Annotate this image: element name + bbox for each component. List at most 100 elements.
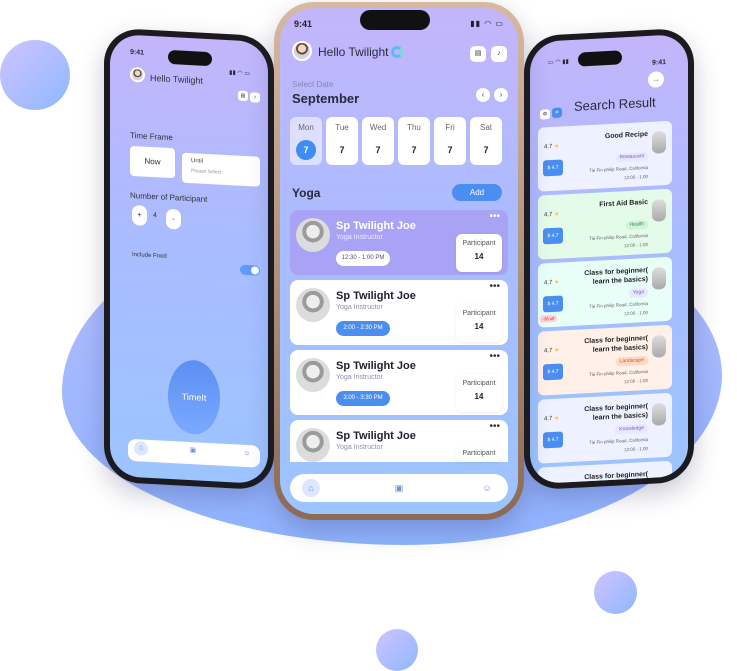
rating-value: 4.7	[544, 143, 553, 151]
day-name: Tue	[335, 123, 349, 132]
result-card[interactable]: Class for beginner( learn the basics) Yo…	[538, 256, 672, 328]
rating-value: 4.7	[544, 415, 553, 423]
status-icons: ▭ ◠ ▮▮	[548, 59, 569, 67]
instructor-name: Sp Twilight Joe	[336, 360, 416, 372]
day-number: 7	[483, 145, 489, 155]
gift-icon[interactable]: ▣	[390, 479, 408, 497]
day-name: Fri	[445, 123, 455, 132]
day-name: Thu	[407, 123, 421, 132]
left-screen: 9:41 ▮▮ ◠ ▭ Hello Twilight ▤ ♪ Time Fram…	[110, 33, 268, 485]
result-address: Tie Fin philip Road, California	[589, 164, 648, 174]
day-sat[interactable]: Sat 7	[470, 117, 502, 165]
increment-button[interactable]: +	[132, 205, 147, 226]
class-card[interactable]: Sp Twilight Joe Yoga Instructor 12:30 - …	[290, 210, 508, 275]
instructor-photo	[296, 428, 330, 462]
rating-value: 4.7	[544, 279, 553, 287]
day-thu[interactable]: Thu 7	[398, 117, 430, 165]
arrow-right-icon[interactable]: →	[648, 71, 664, 88]
bell-icon[interactable]: ♪	[250, 92, 260, 103]
time-slot[interactable]: 12:30 - 1:00 PM	[336, 251, 390, 266]
result-card[interactable]: First Aid Basic Health Tie Fin philip Ro…	[538, 188, 672, 260]
until-label: Until	[191, 158, 204, 165]
greeting: Hello Twilight	[150, 72, 203, 86]
more-icon[interactable]: •••	[489, 351, 500, 362]
participant-box: Participant 14	[456, 234, 502, 272]
category-tag: Knowledge	[615, 423, 648, 435]
message-icon[interactable]: ▤	[238, 90, 248, 102]
avatar[interactable]	[130, 66, 145, 83]
day-name: Wed	[369, 123, 387, 132]
chevron-left-icon[interactable]: ‹	[476, 88, 490, 102]
home-icon[interactable]: ⌂	[134, 441, 148, 456]
message-icon[interactable]: ▤	[470, 46, 486, 62]
more-icon[interactable]: •••	[489, 211, 500, 222]
user-icon[interactable]: ☺	[478, 479, 496, 497]
participant-box: Participant	[456, 444, 502, 462]
instructor-role: Yoga Instructor	[336, 444, 383, 451]
category-tag: Restaurant	[615, 151, 648, 163]
day-name: Mon	[298, 123, 314, 132]
timeit-button[interactable]: TimeIt	[168, 358, 220, 436]
bell-icon[interactable]: ♪	[491, 46, 507, 62]
result-address: Tie Fin philip Road, California	[589, 436, 648, 446]
rating-value: 4.7	[544, 347, 553, 355]
decor-bubble	[594, 571, 637, 614]
class-card[interactable]: Sp Twilight Joe Yoga Instructor 2:00 - 2…	[290, 280, 508, 345]
result-title: Class for beginner(	[584, 470, 648, 482]
now-button[interactable]: Now	[130, 145, 175, 179]
result-hours: 12:00 - 1:00	[623, 309, 648, 317]
day-number: 7	[375, 145, 381, 155]
price-badge: $ 4.7	[543, 227, 563, 245]
result-title: Class for beginner( learn the basics)	[584, 266, 648, 286]
discount-badge: -$5 off	[540, 314, 558, 323]
user-icon[interactable]: ☺	[240, 447, 254, 462]
decrement-button[interactable]: -	[166, 208, 181, 230]
price-badge: $ 4.7	[543, 431, 563, 449]
right-screen: ▭ ◠ ▮▮ 9:41 → Search Result ⚙ ≡ Good Rec…	[530, 33, 688, 485]
home-icon[interactable]: ⌂	[302, 479, 320, 497]
time-slot[interactable]: 3:00 - 3:30 PM	[336, 391, 390, 406]
gift-icon[interactable]: ▣	[186, 444, 200, 459]
bottom-nav: ⌂ ▣ ☺	[128, 438, 260, 468]
center-screen: 9:41 ▮▮ ◠ ▭ Hello Twilight ▤ ♪ Select Da…	[280, 8, 518, 514]
result-card[interactable]: Good Recipe Restaurant Tie Fin philip Ro…	[538, 120, 672, 192]
result-title: Class for beginner( learn the basics)	[584, 402, 648, 422]
more-icon[interactable]: •••	[489, 281, 500, 292]
result-card[interactable]: Class for beginner( learn the basics) Kn…	[538, 392, 672, 464]
list-view-icon[interactable]: ≡	[552, 107, 562, 118]
class-card[interactable]: Sp Twilight Joe Yoga Instructor 3:00 - 3…	[290, 350, 508, 415]
class-list: Sp Twilight Joe Yoga Instructor 12:30 - …	[290, 210, 508, 467]
phone-notch	[360, 10, 430, 30]
result-image	[652, 403, 666, 426]
result-image	[652, 199, 666, 222]
participant-box: Participant 14	[456, 374, 502, 412]
chevron-right-icon[interactable]: ›	[494, 88, 508, 102]
day-tue[interactable]: Tue 7	[326, 117, 358, 165]
result-hours: 12:00 - 1:00	[623, 173, 648, 181]
participant-count: 4	[153, 212, 157, 220]
include-food-toggle[interactable]	[240, 264, 260, 276]
result-card[interactable]: Class for beginner(	[538, 460, 672, 485]
time-frame-label: Time Frame	[130, 130, 173, 143]
decor-bubble	[376, 629, 418, 671]
until-field[interactable]: Until Please Select	[182, 152, 260, 187]
status-time: 9:41	[130, 48, 145, 57]
phone-notch	[168, 49, 212, 67]
result-card[interactable]: Class for beginner( learn the basics) La…	[538, 324, 672, 396]
phone-left: 9:41 ▮▮ ◠ ▭ Hello Twilight ▤ ♪ Time Fram…	[104, 27, 274, 491]
filter-icon[interactable]: ⚙	[540, 109, 550, 120]
class-card[interactable]: Sp Twilight Joe Yoga Instructor ••• Part…	[290, 420, 508, 462]
day-fri[interactable]: Fri 7	[434, 117, 466, 165]
avatar[interactable]	[292, 41, 312, 61]
star-icon: ★	[554, 211, 560, 218]
greeting: Hello Twilight	[318, 45, 404, 59]
day-wed[interactable]: Wed 7	[362, 117, 394, 165]
participant-count: 14	[474, 392, 484, 401]
day-mon[interactable]: Mon 7	[290, 117, 322, 165]
instructor-name: Sp Twilight Joe	[336, 430, 416, 442]
instructor-photo	[296, 288, 330, 322]
result-hours: 12:00 - 1:00	[623, 377, 648, 385]
add-button[interactable]: Add	[452, 184, 502, 201]
more-icon[interactable]: •••	[489, 421, 500, 432]
time-slot[interactable]: 2:00 - 2:30 PM	[336, 321, 390, 336]
